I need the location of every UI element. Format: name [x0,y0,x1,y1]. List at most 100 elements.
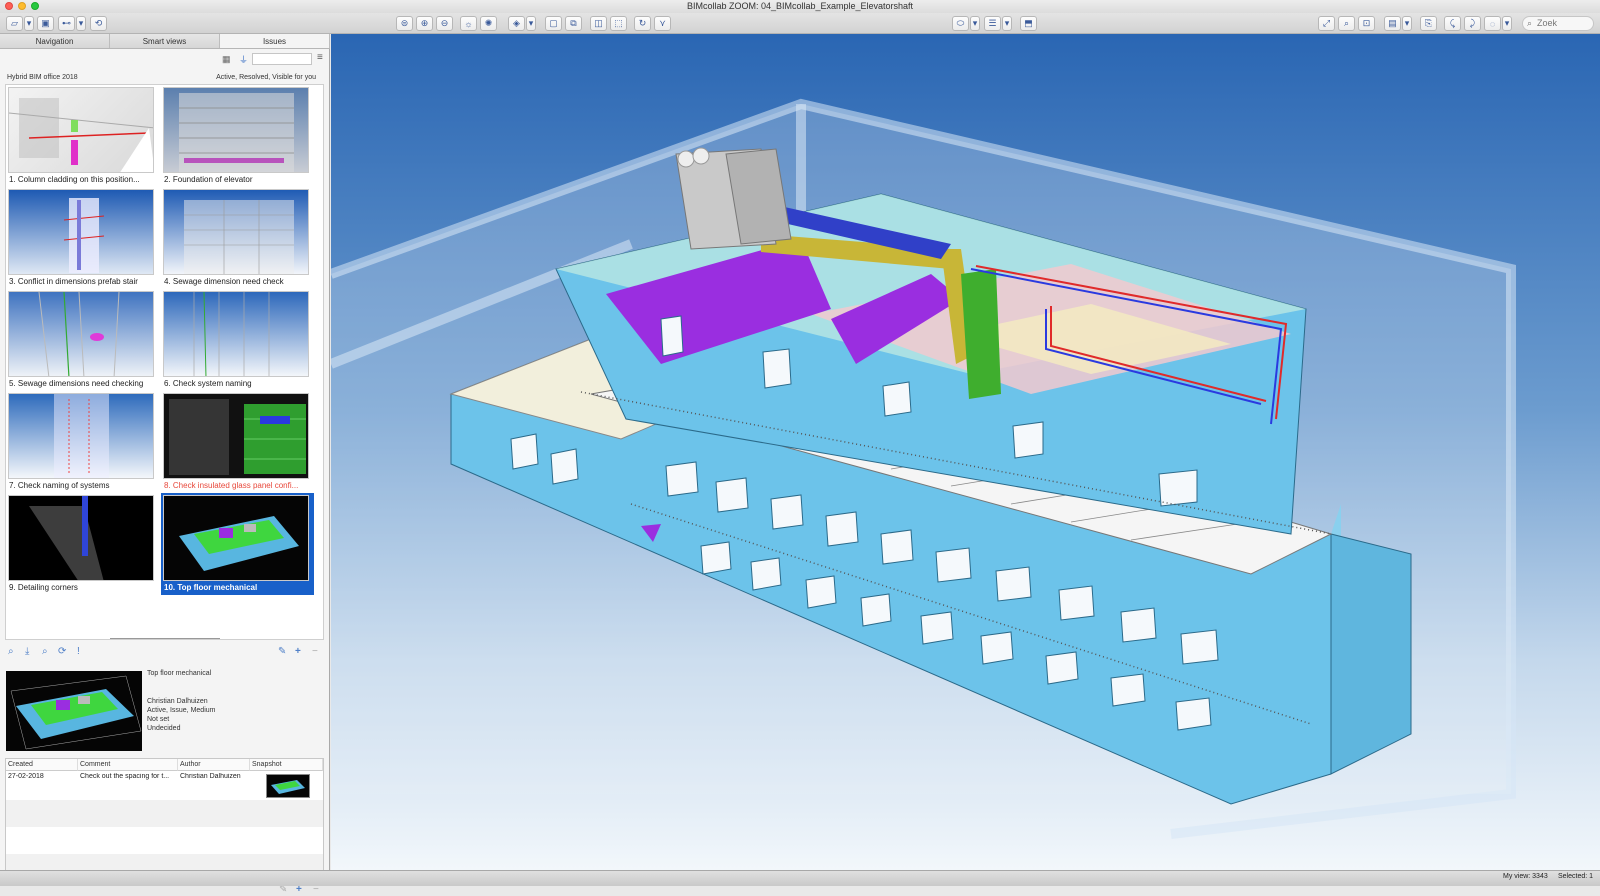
add-issue-icon[interactable]: + [295,646,301,657]
tab-issues[interactable]: Issues [220,34,330,48]
export-icon[interactable]: ⎘ [1420,16,1437,31]
search-issues-icon[interactable]: ⌕ [42,646,48,657]
walk-icon[interactable]: ⋎ [654,16,671,31]
3d-viewport[interactable] [331,34,1600,870]
issue-tile-7[interactable]: 7. Check naming of systems [6,391,159,493]
minimize-window-button[interactable] [18,2,26,10]
edit-issue-icon[interactable]: ✎ [278,646,286,657]
cell-author: Christian Dalhuizen [180,773,241,780]
issue-thumbnail [163,495,309,581]
issue-filter-input[interactable] [252,53,312,65]
split-view-icon[interactable]: ◫ [590,16,607,31]
window-title: BIMcollab ZOOM: 04_BIMcollab_Example_Ele… [686,1,914,11]
building-model [331,98,1516,839]
properties-dropdown-icon[interactable]: ▾ [1402,16,1412,31]
sun-icon[interactable]: ✺ [480,16,497,31]
fullscreen-icon[interactable]: ⤢ [1318,16,1335,31]
col-created[interactable]: Created [6,759,78,771]
import-icon[interactable]: ⤓ [25,646,29,657]
issue-tile-1[interactable]: 1. Column cladding on this position... [6,85,159,187]
cut-icon[interactable]: ⬒ [1020,16,1037,31]
tree-dropdown-icon[interactable]: ▾ [76,16,86,31]
layers-icon[interactable]: ☰ [984,16,1001,31]
tree-icon[interactable]: ⊷ [58,16,75,31]
issue-thumbnail [8,393,154,479]
col-author[interactable]: Author [178,759,250,771]
issue-tile-9[interactable]: 9. Detailing corners [6,493,159,595]
close-window-button[interactable] [5,2,13,10]
zoom-to-issue-icon[interactable]: ⌕ [8,646,14,657]
issue-thumbnail-image [179,93,294,172]
status-selected: Selected: 1 [1558,873,1594,880]
alert-icon[interactable]: ! [77,646,80,657]
search-input[interactable]: ⌕ Zoek [1522,16,1594,31]
view-cube-dropdown-icon[interactable]: ▾ [526,16,536,31]
issue-label: 9. Detailing corners [9,583,78,592]
cell-snapshot[interactable] [266,774,310,798]
isolate-icon[interactable]: ⊡ [1358,16,1375,31]
issue-actions-row: ⌕ ⤓ ⌕ ⟳ ! ✎ + − [0,638,330,660]
issue-thumbnail [163,291,309,377]
issue-thumbnail-image [38,292,120,376]
col-comment[interactable]: Comment [78,759,178,771]
panel-tabs: Navigation Smart views Issues [0,34,330,49]
issue-tile-3[interactable]: 3. Conflict in dimensions prefab stair [6,187,159,289]
find-icon[interactable]: ⌕ [1338,16,1355,31]
comments-table: Created Comment Author Snapshot 27-02-20… [5,758,324,876]
issue-detail-thumbnail[interactable] [6,671,142,751]
shape-dropdown-icon[interactable]: ▾ [970,16,980,31]
open-icon[interactable]: ▱ [6,16,23,31]
issue-title: Top floor mechanical [147,670,212,677]
issue-tile-4[interactable]: 4. Sewage dimension need check [161,187,314,289]
issue-thumbnail [8,495,154,581]
layers-dropdown-icon[interactable]: ▾ [1002,16,1012,31]
zoom-window-button[interactable] [31,2,39,10]
snapshot-image [271,780,305,794]
view-cube-icon[interactable]: ◈ [508,16,525,31]
remove-issue-icon[interactable]: − [312,646,318,657]
issue-label: 5. Sewage dimensions need checking [9,379,144,388]
shape-icon[interactable]: ⬭ [952,16,969,31]
zoom-fit-icon[interactable]: ⊜ [396,16,413,31]
left-panel: Navigation Smart views Issues ▦ ⏚ ≡ Hybr… [0,34,330,895]
hide-dropdown-icon[interactable]: ▾ [1502,16,1512,31]
issue-thumbnail-image [169,399,306,475]
issue-detail-image [10,675,142,750]
open-dropdown-icon[interactable]: ▾ [24,16,34,31]
section-plane-icon[interactable]: ⧉ [565,16,582,31]
issue-due: Not set [147,716,170,723]
section-box-icon[interactable]: ▢ [545,16,562,31]
table-row-empty [6,800,323,827]
zoom-in-icon[interactable]: ⊕ [416,16,433,31]
issue-label: 4. Sewage dimension need check [164,277,284,286]
save-icon[interactable]: ▣ [37,16,54,31]
measure-icon[interactable]: ⤹ [1444,16,1461,31]
issue-tile-2[interactable]: 2. Foundation of elevator [161,85,314,187]
issue-thumbnail-image [29,496,104,580]
search-icon: ⌕ [1527,18,1533,28]
properties-icon[interactable]: ▤ [1384,16,1401,31]
menu-icon[interactable]: ≡ [317,52,323,63]
issue-tile-6[interactable]: 6. Check system naming [161,289,314,391]
light-icon[interactable]: ☼ [460,16,477,31]
issue-label: 3. Conflict in dimensions prefab stair [9,277,138,286]
issue-tile-10[interactable]: 10. Top floor mechanical [161,493,314,595]
issue-tile-8[interactable]: 8. Check insulated glass panel confi... [161,391,314,493]
col-snapshot[interactable]: Snapshot [250,759,323,771]
sync-icon[interactable]: ⟲ [90,16,107,31]
hide-icon[interactable]: ◌ [1484,16,1501,31]
rotate-icon[interactable]: ↻ [634,16,651,31]
table-row[interactable]: 27-02-2018 Check out the spacing for t..… [6,771,323,799]
tab-navigation[interactable]: Navigation [0,34,110,48]
issue-tile-5[interactable]: 5. Sewage dimensions need checking [6,289,159,391]
tab-smart-views[interactable]: Smart views [110,34,220,48]
grid-view-icon[interactable]: ▦ [222,54,231,65]
measure-alt-icon[interactable]: ⤸ [1464,16,1481,31]
issue-label: 8. Check insulated glass panel confi... [164,481,299,490]
sync-issues-icon[interactable]: ⟳ [58,646,66,657]
3d-box-icon[interactable]: ⬚ [610,16,627,31]
filter-icon[interactable]: ⏚ [239,53,248,66]
zoom-out-icon[interactable]: ⊖ [436,16,453,31]
issue-thumbnail [163,87,309,173]
main-toolbar: ▱ ▾ ▣ ⊷ ▾ ⟲ ⊜ ⊕ ⊖ ☼ ✺ ◈ ▾ ▢ ⧉ ◫ ⬚ ↻ ⋎ ⬭ … [0,13,1600,34]
